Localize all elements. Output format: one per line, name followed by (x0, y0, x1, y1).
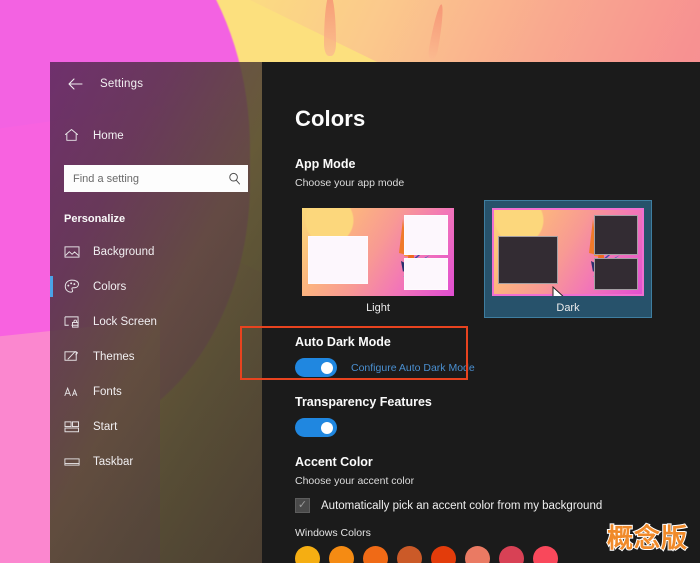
configure-auto-dark-mode-link[interactable]: Configure Auto Dark Mode (351, 362, 475, 374)
picture-icon (64, 244, 80, 260)
auto-pick-accent-row[interactable]: ✓ Automatically pick an accent color fro… (295, 498, 700, 513)
color-swatch[interactable] (431, 546, 456, 563)
wallpaper-petal-1 (324, 0, 336, 56)
color-swatch[interactable] (533, 546, 558, 563)
color-swatch[interactable] (499, 546, 524, 563)
accent-color-heading: Accent Color (295, 455, 700, 469)
preview-window-left (308, 236, 368, 284)
sidebar-item-fonts[interactable]: Fonts (50, 374, 262, 409)
sidebar-item-home[interactable]: Home (50, 120, 262, 152)
screen: Settings Home Person (0, 0, 700, 563)
transparency-row (295, 418, 700, 437)
settings-content: Colors App Mode Choose your app mode (262, 62, 700, 563)
page-title: Colors (295, 106, 700, 132)
sidebar-home-label: Home (93, 130, 124, 142)
search-input[interactable] (73, 165, 228, 192)
color-swatch[interactable] (363, 546, 388, 563)
auto-dark-mode-toggle[interactable] (295, 358, 337, 377)
app-mode-option-dark[interactable]: Dark (485, 201, 651, 317)
settings-sidebar: Settings Home Person (50, 62, 262, 563)
preview-window-right-bottom (594, 258, 638, 290)
sidebar-item-taskbar[interactable]: Taskbar (50, 444, 262, 479)
sidebar-item-colors[interactable]: Colors (50, 269, 262, 304)
preview-window-right-top (404, 215, 448, 255)
window-title: Settings (100, 78, 143, 90)
app-mode-heading: App Mode (295, 157, 700, 171)
mouse-cursor-icon (552, 286, 565, 296)
sidebar-item-label: Themes (93, 351, 135, 363)
sidebar-item-label: Lock Screen (93, 316, 157, 328)
search-box[interactable] (64, 165, 248, 192)
taskbar-icon (64, 454, 80, 470)
app-mode-option-light[interactable]: Light (295, 201, 461, 317)
settings-window: Settings Home Person (50, 62, 700, 563)
light-mode-preview (302, 208, 454, 296)
sidebar-item-label: Background (93, 246, 154, 258)
sidebar-nav: Background Colors (50, 234, 262, 479)
sidebar-item-background[interactable]: Background (50, 234, 262, 269)
sidebar-item-lock-screen[interactable]: Lock Screen (50, 304, 262, 339)
toggle-knob (321, 422, 333, 434)
sidebar-item-label: Taskbar (93, 456, 133, 468)
app-mode-options: Light (295, 201, 700, 317)
sidebar-item-label: Colors (93, 281, 126, 293)
back-button[interactable] (60, 70, 90, 98)
transparency-heading: Transparency Features (295, 395, 700, 409)
color-swatch[interactable] (397, 546, 422, 563)
app-mode-subtitle: Choose your app mode (295, 177, 700, 189)
sidebar-item-label: Fonts (93, 386, 122, 398)
wallpaper-petal-2 (427, 4, 446, 61)
fonts-icon (64, 384, 80, 400)
preview-window-right-top (594, 215, 638, 255)
sidebar-item-start[interactable]: Start (50, 409, 262, 444)
start-icon (64, 419, 80, 435)
accent-color-subtitle: Choose your accent color (295, 475, 700, 487)
sidebar-item-themes[interactable]: Themes (50, 339, 262, 374)
toggle-knob (321, 362, 333, 374)
preview-window-right-bottom (404, 258, 448, 290)
dark-mode-preview (492, 208, 644, 296)
back-arrow-icon (68, 78, 83, 90)
transparency-toggle[interactable] (295, 418, 337, 437)
sidebar-group-header: Personalize (50, 213, 262, 225)
lock-screen-icon (64, 314, 80, 330)
watermark: 概念版 (607, 518, 688, 555)
home-icon (64, 128, 80, 144)
auto-dark-mode-heading: Auto Dark Mode (295, 335, 700, 349)
color-swatch[interactable] (465, 546, 490, 563)
window-titlebar: Settings (50, 62, 262, 106)
checkmark-icon: ✓ (298, 500, 307, 511)
color-swatch[interactable] (295, 546, 320, 563)
auto-pick-accent-label: Automatically pick an accent color from … (321, 500, 602, 512)
palette-icon (64, 279, 80, 295)
search-icon[interactable] (228, 172, 241, 185)
auto-pick-accent-checkbox[interactable]: ✓ (295, 498, 310, 513)
app-mode-label: Dark (492, 302, 644, 314)
color-swatch[interactable] (329, 546, 354, 563)
auto-dark-mode-row: Configure Auto Dark Mode (295, 358, 700, 377)
themes-icon (64, 349, 80, 365)
preview-window-left (498, 236, 558, 284)
app-mode-label: Light (302, 302, 454, 314)
sidebar-item-label: Start (93, 421, 117, 433)
